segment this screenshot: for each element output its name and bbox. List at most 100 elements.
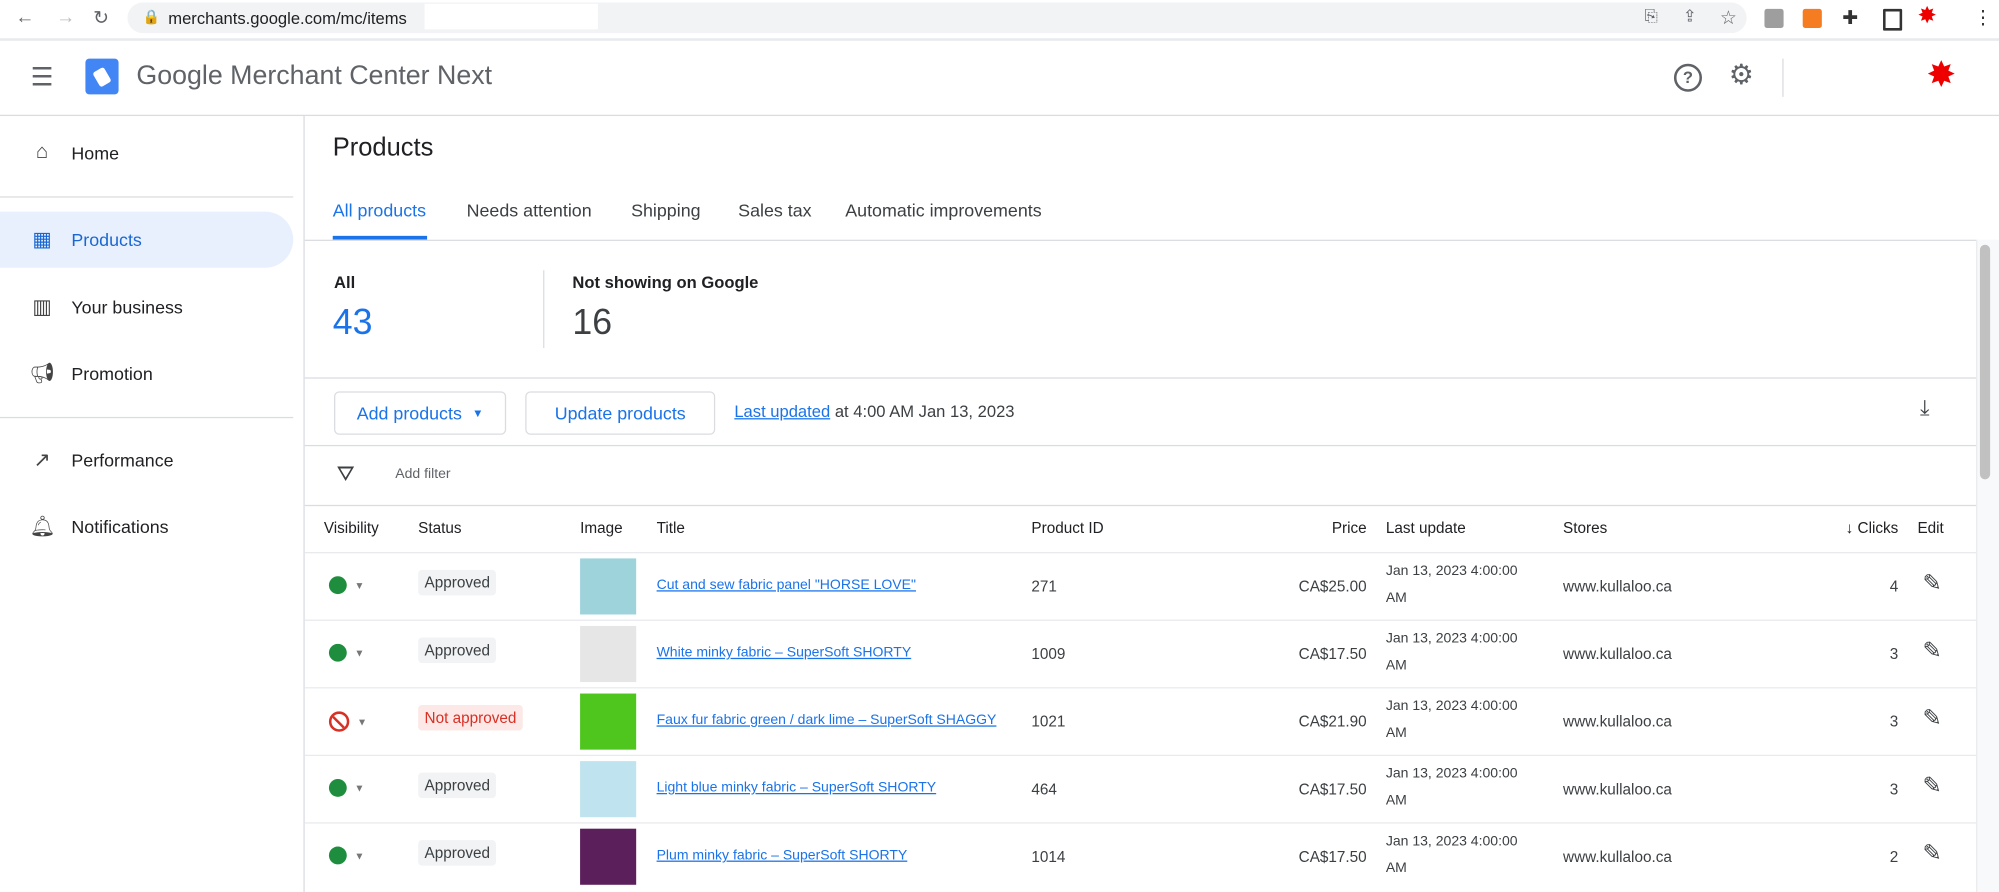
last-updated-link[interactable]: Last updated	[734, 402, 830, 421]
last-updated-text: at 4:00 AM Jan 13, 2023	[835, 402, 1015, 421]
product-title-link[interactable]: Light blue minky fabric – SuperSoft SHOR…	[657, 780, 937, 795]
stat-not-showing-label: Not showing on Google	[572, 273, 758, 292]
edit-pencil-icon[interactable]: ✎	[1923, 705, 1942, 732]
col-last-update[interactable]: Last update	[1386, 519, 1466, 537]
store: www.kullaloo.ca	[1563, 780, 1672, 798]
tab-sales-tax[interactable]: Sales tax	[738, 200, 811, 220]
visibility-dropdown[interactable]: ▼	[329, 847, 365, 865]
update-products-button[interactable]: Update products	[525, 391, 715, 434]
tab-needs-attention[interactable]: Needs attention	[467, 200, 592, 220]
edit-pencil-icon[interactable]: ✎	[1923, 637, 1942, 664]
product-thumbnail[interactable]	[580, 626, 636, 682]
scrollbar-thumb[interactable]	[1980, 245, 1990, 480]
visibility-dropdown[interactable]: ▼	[329, 711, 367, 731]
stat-all-label: All	[334, 273, 355, 292]
add-products-button[interactable]: Add products▼	[334, 391, 506, 434]
visibility-dropdown[interactable]: ▼	[329, 576, 365, 594]
product-title-link[interactable]: Plum minky fabric – SuperSoft SHORTY	[657, 848, 908, 863]
profile-maple-leaf-icon[interactable]: ✸	[1917, 3, 1936, 30]
tab-automatic-improvements[interactable]: Automatic improvements	[845, 200, 1041, 220]
product-title-link[interactable]: Cut and sew fabric panel "HORSE LOVE"	[657, 578, 916, 593]
product-title-link[interactable]: White minky fabric – SuperSoft SHORTY	[657, 645, 912, 660]
product-id: 1014	[1031, 848, 1065, 866]
table-row[interactable]: ▼ApprovedWhite minky fabric – SuperSoft …	[305, 620, 1976, 689]
product-title-link[interactable]: Faux fur fabric green / dark lime – Supe…	[657, 713, 997, 728]
home-icon: ⌂	[29, 142, 54, 165]
account-maple-leaf-icon[interactable]: ✸	[1926, 54, 1956, 96]
clicks: 4	[1835, 578, 1899, 596]
table-row[interactable]: ▼Not approvedFaux fur fabric green / dar…	[305, 687, 1976, 756]
visibility-dropdown[interactable]: ▼	[329, 644, 365, 662]
visible-status-dot-icon	[329, 779, 347, 797]
sidebar-item-label: Promotion	[71, 363, 152, 383]
last-update-line-1: Jan 13, 2023 4:00:00	[1386, 766, 1518, 781]
clicks: 3	[1835, 780, 1899, 798]
edit-pencil-icon[interactable]: ✎	[1923, 840, 1942, 867]
last-update-line-1: Jan 13, 2023 4:00:00	[1386, 564, 1518, 579]
share-icon[interactable]: ⇪	[1683, 6, 1697, 26]
download-icon[interactable]: ⤓	[1920, 395, 1930, 420]
edit-pencil-icon[interactable]: ✎	[1923, 773, 1942, 800]
menu-kebab-icon[interactable]: ⋮	[1974, 6, 1993, 29]
extension-chart-icon[interactable]	[1803, 9, 1822, 28]
sidebar-item-promotion[interactable]: 📢︎ Promotion	[0, 345, 293, 401]
chevron-down-icon: ▼	[354, 647, 364, 658]
col-product-id[interactable]: Product ID	[1031, 519, 1103, 537]
building-icon: ▥	[29, 295, 54, 320]
col-clicks[interactable]: ↓ Clicks	[1835, 519, 1899, 537]
forward-icon[interactable]: →	[56, 6, 75, 28]
visible-status-dot-icon	[329, 576, 347, 594]
filter-funnel-icon[interactable]: ⛛	[337, 462, 355, 487]
col-price[interactable]: Price	[1239, 519, 1366, 537]
sidebar-item-performance[interactable]: ↗Performance	[0, 432, 293, 488]
chevron-down-icon: ▼	[354, 782, 364, 793]
price: CA$21.90	[1239, 713, 1366, 731]
back-icon[interactable]: ←	[15, 6, 34, 28]
product-thumbnail[interactable]	[580, 558, 636, 614]
tab-shipping[interactable]: Shipping	[631, 200, 700, 220]
stat-not-showing-value[interactable]: 16	[572, 302, 612, 343]
merchant-center-logo-icon	[85, 59, 118, 95]
table-row[interactable]: ▼ApprovedCut and sew fabric panel "HORSE…	[305, 552, 1976, 621]
add-filter-input[interactable]: Add filter	[395, 467, 450, 482]
clicks: 2	[1835, 848, 1899, 866]
store: www.kullaloo.ca	[1563, 713, 1672, 731]
product-thumbnail[interactable]	[580, 761, 636, 817]
translate-icon[interactable]: ⎘	[1645, 6, 1658, 26]
sidebar-item-home[interactable]: ⌂ Home	[0, 125, 293, 181]
product-id: 1009	[1031, 645, 1065, 663]
status-badge: Approved	[418, 773, 496, 798]
visibility-dropdown[interactable]: ▼	[329, 779, 365, 797]
product-id: 464	[1031, 780, 1057, 798]
sidebar-item-your-business[interactable]: ▥Your business	[0, 279, 293, 335]
last-update-line-2: AM	[1386, 793, 1407, 808]
tab-all-products[interactable]: All products	[333, 200, 426, 220]
add-products-label: Add products	[357, 403, 462, 423]
bookmark-star-icon[interactable]: ☆	[1720, 6, 1737, 29]
sidebar-item-products[interactable]: ▦Products	[0, 212, 293, 268]
table-row[interactable]: ▼ Approved Light blue minky fabric – Super…	[305, 755, 1976, 824]
price: CA$17.50	[1239, 848, 1366, 866]
edit-pencil-icon[interactable]: ✎	[1923, 570, 1942, 597]
extensions-puzzle-icon[interactable]: ✚	[1842, 6, 1858, 29]
product-id: 1021	[1031, 713, 1065, 731]
col-clicks-label: Clicks	[1858, 519, 1899, 537]
help-icon[interactable]: ?	[1674, 64, 1702, 92]
product-id: 271	[1031, 578, 1057, 596]
hamburger-menu-icon[interactable]: ☰	[31, 61, 54, 93]
col-image: Image	[580, 519, 623, 537]
sidebar-item-notifications[interactable]: 🔔︎Notifications	[0, 498, 293, 554]
product-thumbnail[interactable]	[580, 829, 636, 885]
product-thumbnail[interactable]	[580, 694, 636, 750]
extension-code-icon[interactable]	[1764, 9, 1783, 28]
megaphone-icon: 📢︎	[29, 361, 54, 386]
address-bar[interactable]: 🔒 merchants.google.com/mc/items	[127, 3, 1746, 34]
side-panel-icon[interactable]	[1883, 9, 1902, 31]
reload-icon[interactable]: ↻	[93, 6, 109, 29]
price: CA$25.00	[1239, 578, 1366, 596]
table-row[interactable]: ▼ApprovedPlum minky fabric – SuperSoft S…	[305, 822, 1976, 891]
sidebar-item-label: Home	[71, 143, 119, 163]
col-edit: Edit	[1917, 519, 1943, 537]
settings-gear-icon[interactable]: ⚙	[1729, 59, 1754, 92]
stat-all-value[interactable]: 43	[333, 302, 373, 343]
